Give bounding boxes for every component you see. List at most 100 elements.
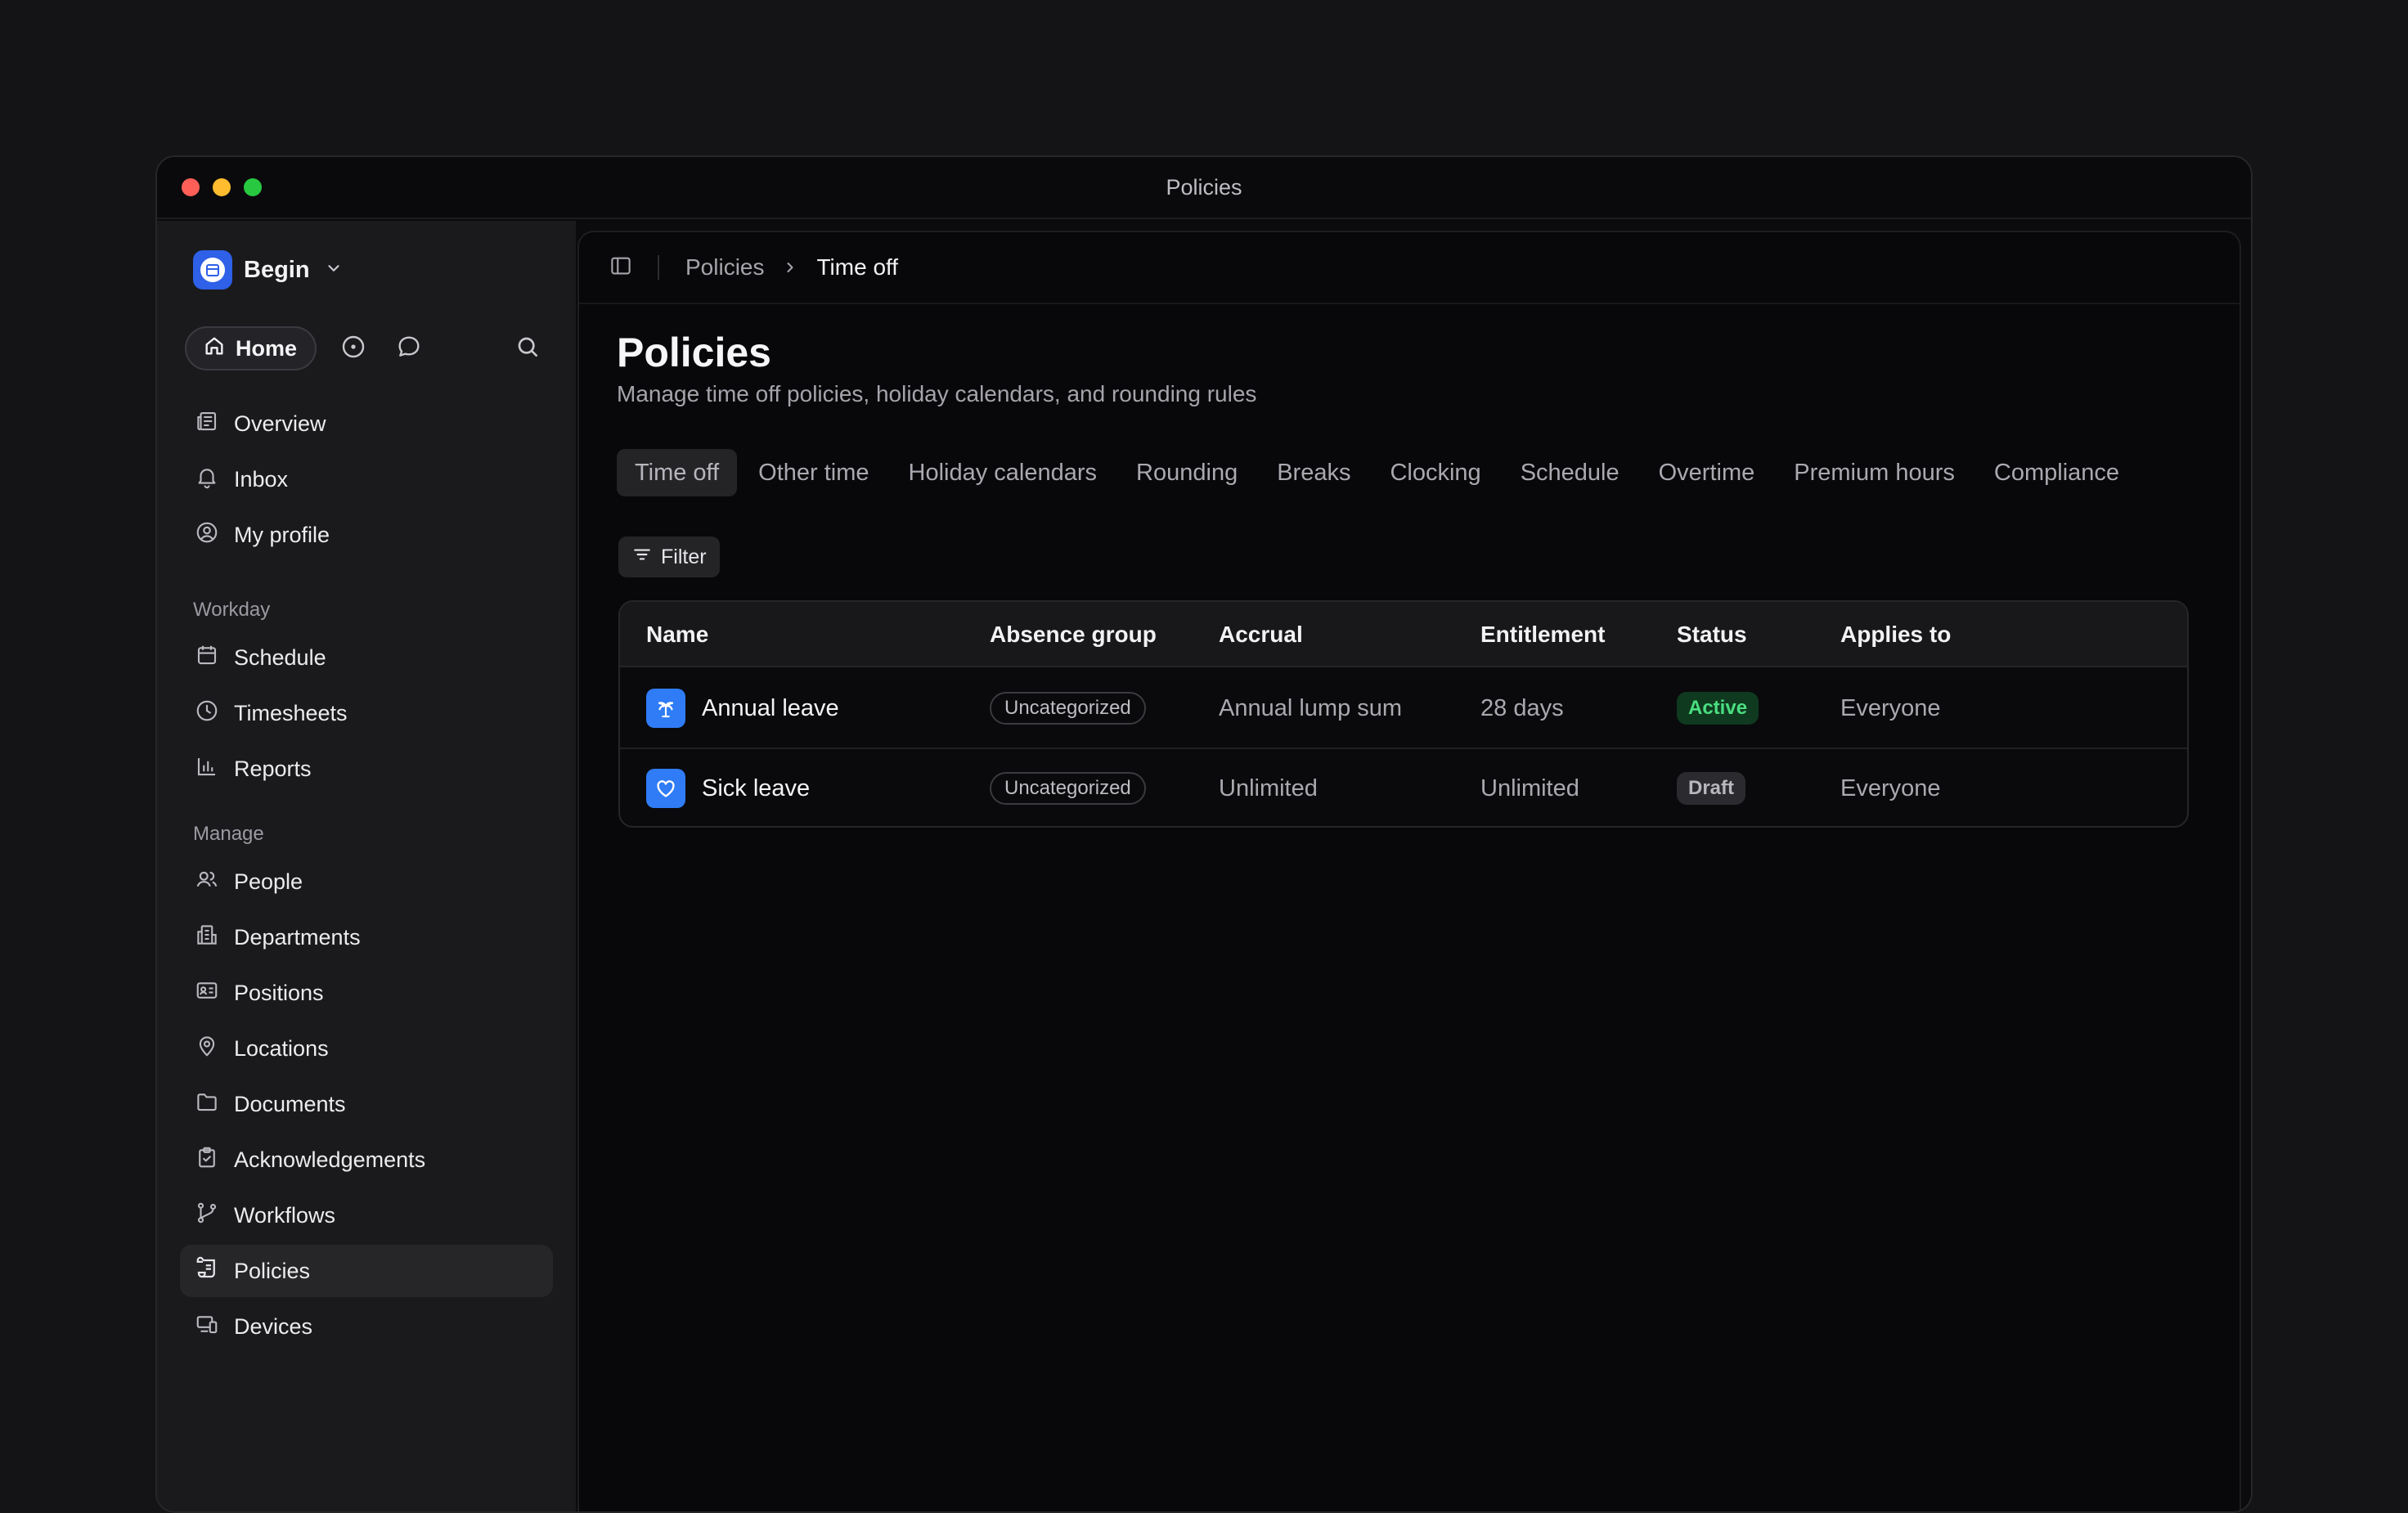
accrual-cell: Unlimited — [1219, 774, 1318, 801]
chat-bubble-icon — [396, 334, 422, 364]
tab-other-time[interactable]: Other time — [740, 449, 887, 496]
sidebar-item-my-profile[interactable]: My profile — [180, 509, 553, 561]
workspace-logo-icon — [193, 250, 232, 290]
applies-to-cell: Everyone — [1840, 694, 1941, 721]
section-title-workday: Workday — [193, 599, 271, 621]
absence-group-cell: Uncategorized — [990, 749, 1146, 826]
applies-to-cell: Everyone — [1840, 774, 1941, 801]
status-badge: Draft — [1677, 772, 1746, 805]
sidebar-item-workflows[interactable]: Workflows — [180, 1189, 553, 1241]
compass-icon — [340, 334, 366, 364]
filter-button[interactable]: Filter — [618, 537, 720, 577]
sidebar-item-label: People — [234, 869, 303, 894]
folder-icon — [195, 1089, 219, 1120]
activity-button[interactable] — [335, 330, 372, 367]
bar-chart-icon — [195, 754, 219, 784]
sidebar-item-label: Locations — [234, 1035, 329, 1061]
tab-schedule[interactable]: Schedule — [1503, 449, 1638, 496]
policies-table: Name Absence group Accrual Entitlement S… — [618, 600, 2189, 828]
map-pin-icon — [195, 1034, 219, 1064]
id-card-icon — [195, 978, 219, 1008]
tab-compliance[interactable]: Compliance — [1976, 449, 2137, 496]
workspace-switcher[interactable]: Begin — [193, 250, 343, 290]
building-icon — [195, 923, 219, 953]
clipboard-check-icon — [195, 1145, 219, 1175]
absence-group-chip: Uncategorized — [990, 692, 1146, 725]
column-header-accrual[interactable]: Accrual — [1219, 622, 1303, 648]
home-icon — [203, 334, 226, 363]
column-header-status[interactable]: Status — [1677, 622, 1747, 648]
newspaper-icon — [195, 409, 219, 439]
git-branch-icon — [195, 1201, 219, 1231]
sidebar-toggle-icon — [609, 257, 633, 281]
page-title: Policies — [617, 330, 771, 375]
palm-tree-icon — [646, 689, 685, 728]
sidebar-item-schedule[interactable]: Schedule — [180, 631, 553, 684]
status-cell: Active — [1677, 669, 1759, 748]
toggle-sidebar-button[interactable] — [609, 254, 633, 282]
status-badge: Active — [1677, 692, 1759, 725]
top-nav: Home — [185, 325, 546, 371]
tab-time-off[interactable]: Time off — [617, 449, 738, 496]
sidebar-item-reports[interactable]: Reports — [180, 743, 553, 795]
page-subtitle: Manage time off policies, holiday calend… — [617, 381, 1257, 406]
home-label: Home — [236, 335, 298, 361]
breadcrumb-current: Time off — [816, 254, 899, 280]
column-header-name[interactable]: Name — [646, 622, 708, 648]
window-title: Policies — [1166, 175, 1242, 200]
filter-icon — [631, 544, 653, 571]
breadcrumb-divider — [658, 255, 659, 280]
sidebar: Begin Home Overview Inbox My profile Wor… — [157, 221, 576, 1511]
sidebar-item-positions[interactable]: Positions — [180, 967, 553, 1019]
tab-clocking[interactable]: Clocking — [1372, 449, 1498, 496]
sidebar-item-inbox[interactable]: Inbox — [180, 453, 553, 505]
absence-group-cell: Uncategorized — [990, 669, 1146, 748]
sidebar-item-acknowledgements[interactable]: Acknowledgements — [180, 1134, 553, 1186]
sidebar-item-people[interactable]: People — [180, 855, 553, 908]
clock-icon — [195, 698, 219, 729]
tab-rounding[interactable]: Rounding — [1118, 449, 1256, 496]
bell-icon — [195, 465, 219, 495]
breadcrumb-policies-link[interactable]: Policies — [685, 254, 764, 281]
sidebar-item-departments[interactable]: Departments — [180, 911, 553, 963]
sidebar-item-locations[interactable]: Locations — [180, 1022, 553, 1075]
column-header-absence-group[interactable]: Absence group — [990, 622, 1157, 648]
users-icon — [195, 867, 219, 897]
search-icon — [514, 334, 541, 364]
sidebar-item-label: Inbox — [234, 466, 289, 492]
tab-breaks[interactable]: Breaks — [1259, 449, 1368, 496]
search-button[interactable] — [509, 330, 546, 367]
status-cell: Draft — [1677, 749, 1746, 826]
sidebar-item-label: Positions — [234, 980, 324, 1005]
sidebar-item-documents[interactable]: Documents — [180, 1078, 553, 1130]
table-header: Name Absence group Accrual Entitlement S… — [620, 602, 2187, 667]
table-row[interactable]: Annual leave Uncategorized Annual lump s… — [620, 669, 2187, 748]
policy-name-cell: Annual leave — [646, 669, 839, 748]
tab-holiday-calendars[interactable]: Holiday calendars — [891, 449, 1116, 496]
tab-overtime[interactable]: Overtime — [1641, 449, 1773, 496]
entitlement-cell: Unlimited — [1480, 774, 1579, 801]
sidebar-item-label: Overview — [234, 411, 326, 436]
user-circle-icon — [195, 520, 219, 550]
messages-button[interactable] — [390, 330, 428, 367]
tab-premium-hours[interactable]: Premium hours — [1776, 449, 1973, 496]
calendar-icon — [195, 643, 219, 673]
column-header-applies-to[interactable]: Applies to — [1840, 622, 1951, 648]
home-button[interactable]: Home — [185, 326, 317, 370]
sidebar-item-devices[interactable]: Devices — [180, 1300, 553, 1353]
chevron-right-icon — [782, 259, 798, 276]
heart-icon — [646, 769, 685, 808]
sidebar-item-label: Workflows — [234, 1202, 336, 1228]
sidebar-item-overview[interactable]: Overview — [180, 397, 553, 450]
main-panel: Policies Time off Policies Manage time o… — [577, 231, 2241, 1511]
chevron-down-icon — [325, 259, 343, 281]
sidebar-item-timesheets[interactable]: Timesheets — [180, 687, 553, 739]
sidebar-item-label: My profile — [234, 522, 330, 547]
section-title-manage: Manage — [193, 823, 264, 845]
column-header-entitlement[interactable]: Entitlement — [1480, 622, 1605, 648]
sidebar-item-label: Schedule — [234, 644, 326, 670]
filter-label: Filter — [661, 545, 707, 568]
table-row[interactable]: Sick leave Uncategorized Unlimited Unlim… — [620, 748, 2187, 826]
sidebar-item-policies[interactable]: Policies — [180, 1245, 553, 1297]
title-bar: Policies — [157, 157, 2251, 219]
